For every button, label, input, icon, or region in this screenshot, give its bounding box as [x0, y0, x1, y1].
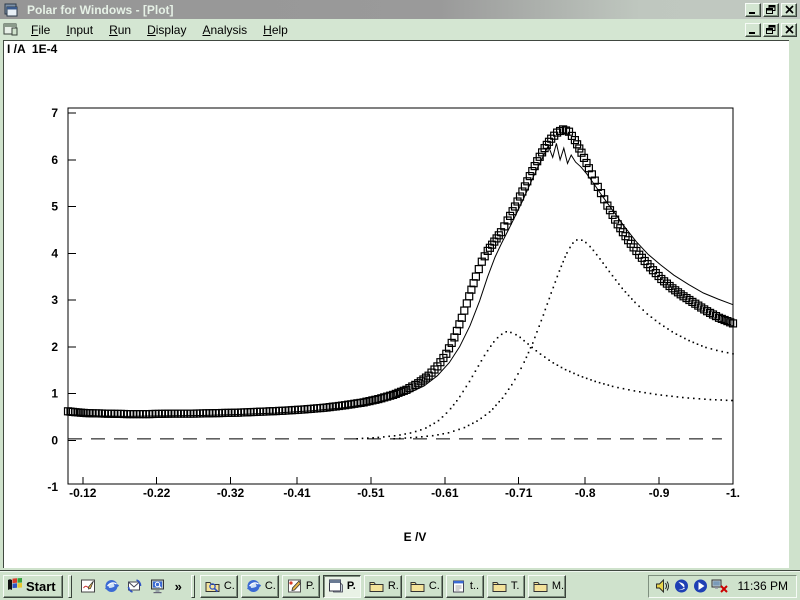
pen-icon	[286, 578, 303, 594]
task-button-label: P.	[347, 580, 356, 592]
task-button-2[interactable]: C.	[241, 575, 279, 598]
task-button-6[interactable]: C.	[405, 575, 443, 598]
folder-icon	[409, 578, 426, 594]
network-error-icon[interactable]	[711, 578, 729, 594]
x-tick-label: -0.51	[357, 486, 385, 500]
y-axis-title: I /A 1E-4	[7, 42, 57, 56]
taskbar: Start » C. C. P. P. R. C. t.. T. M. 11:36 PM	[0, 571, 800, 600]
start-button[interactable]: Start	[3, 575, 63, 598]
y-tick-label: 1	[51, 387, 58, 401]
y-tick-label: 3	[51, 293, 58, 307]
task-button-strip: C. C. P. P. R. C. t.. T. M.	[200, 575, 566, 598]
plot-canvas[interactable]: 7 6 5 4 3 2 1 0 -1 -0.12 -0.22 -0.32 -0.41 -0.51 -0.61…	[0, 0, 800, 600]
task-button-label: P.	[306, 580, 315, 592]
window-icon	[327, 578, 344, 594]
x-tick-label: -0.32	[217, 486, 245, 500]
overflow-chevron[interactable]: »	[171, 579, 186, 594]
folder-icon	[368, 578, 385, 594]
y-tick-label: 7	[51, 106, 58, 120]
start-button-label: Start	[26, 579, 56, 594]
x-tick-label: -1.	[726, 486, 740, 500]
desktop-screen: Polar for Windows - [Plot] FileInputRunD…	[0, 0, 800, 600]
task-button-label: T.	[511, 580, 520, 592]
y-tick-label: 4	[51, 246, 58, 260]
y-tick-label: 2	[51, 340, 58, 354]
folder-icon	[532, 578, 549, 594]
task-button-7[interactable]: t..	[446, 575, 484, 598]
task-button-5[interactable]: R.	[364, 575, 402, 598]
monitor-search-icon[interactable]	[146, 575, 169, 597]
media-player-icon[interactable]	[673, 578, 690, 594]
system-tray: 11:36 PM	[648, 575, 797, 598]
task-button-1[interactable]: C.	[200, 575, 238, 598]
task-button-label: R.	[388, 580, 399, 592]
folder-icon	[491, 578, 508, 594]
tray-icons	[654, 578, 729, 594]
windows-flag-icon	[7, 577, 23, 595]
x-tick-label: -0.22	[143, 486, 171, 500]
x-tick-label: -0.61	[431, 486, 459, 500]
x-tick-label: -0.12	[69, 486, 97, 500]
volume-icon[interactable]	[654, 578, 671, 594]
series-measured-data	[65, 126, 737, 418]
task-button-label: M.	[552, 580, 564, 592]
y-tick-label: 5	[51, 200, 58, 214]
task-button-3[interactable]: P.	[282, 575, 320, 598]
task-button-label: C.	[265, 580, 276, 592]
x-tick-label: -0.8	[575, 486, 596, 500]
task-button-9[interactable]: M.	[528, 575, 566, 598]
ie-icon	[245, 578, 262, 594]
task-button-4[interactable]: P.	[323, 575, 361, 598]
y-tick-label: 6	[51, 153, 58, 167]
task-button-label: t..	[470, 580, 479, 592]
task-button-label: C.	[429, 580, 440, 592]
x-tick-label: -0.9	[649, 486, 670, 500]
y-tick-label: 0	[51, 433, 58, 447]
ie-icon[interactable]	[100, 575, 123, 597]
plot-axes: 7 6 5 4 3 2 1 0 -1 -0.12 -0.22 -0.32 -0.41 -0.51 -0.61…	[47, 106, 740, 500]
media-player-alt-icon[interactable]	[692, 578, 709, 594]
mail-icon[interactable]	[123, 575, 146, 597]
taskbar-divider[interactable]	[68, 575, 72, 598]
quick-launch-bar	[77, 575, 169, 597]
task-button-8[interactable]: T.	[487, 575, 525, 598]
folder-search-icon	[204, 578, 221, 594]
notes-icon[interactable]	[77, 575, 100, 597]
taskbar-clock: 11:36 PM	[738, 579, 788, 593]
notepad-icon	[450, 578, 467, 594]
x-tick-label: -0.71	[505, 486, 533, 500]
series-fitted-curve	[68, 143, 733, 416]
x-tick-label: -0.41	[283, 486, 311, 500]
y-tick-label: -1	[47, 480, 58, 494]
task-button-label: C.	[224, 580, 235, 592]
taskbar-divider-2[interactable]	[191, 575, 195, 598]
series-component-peak-1	[393, 239, 733, 439]
x-axis-title: E /V	[383, 530, 447, 544]
